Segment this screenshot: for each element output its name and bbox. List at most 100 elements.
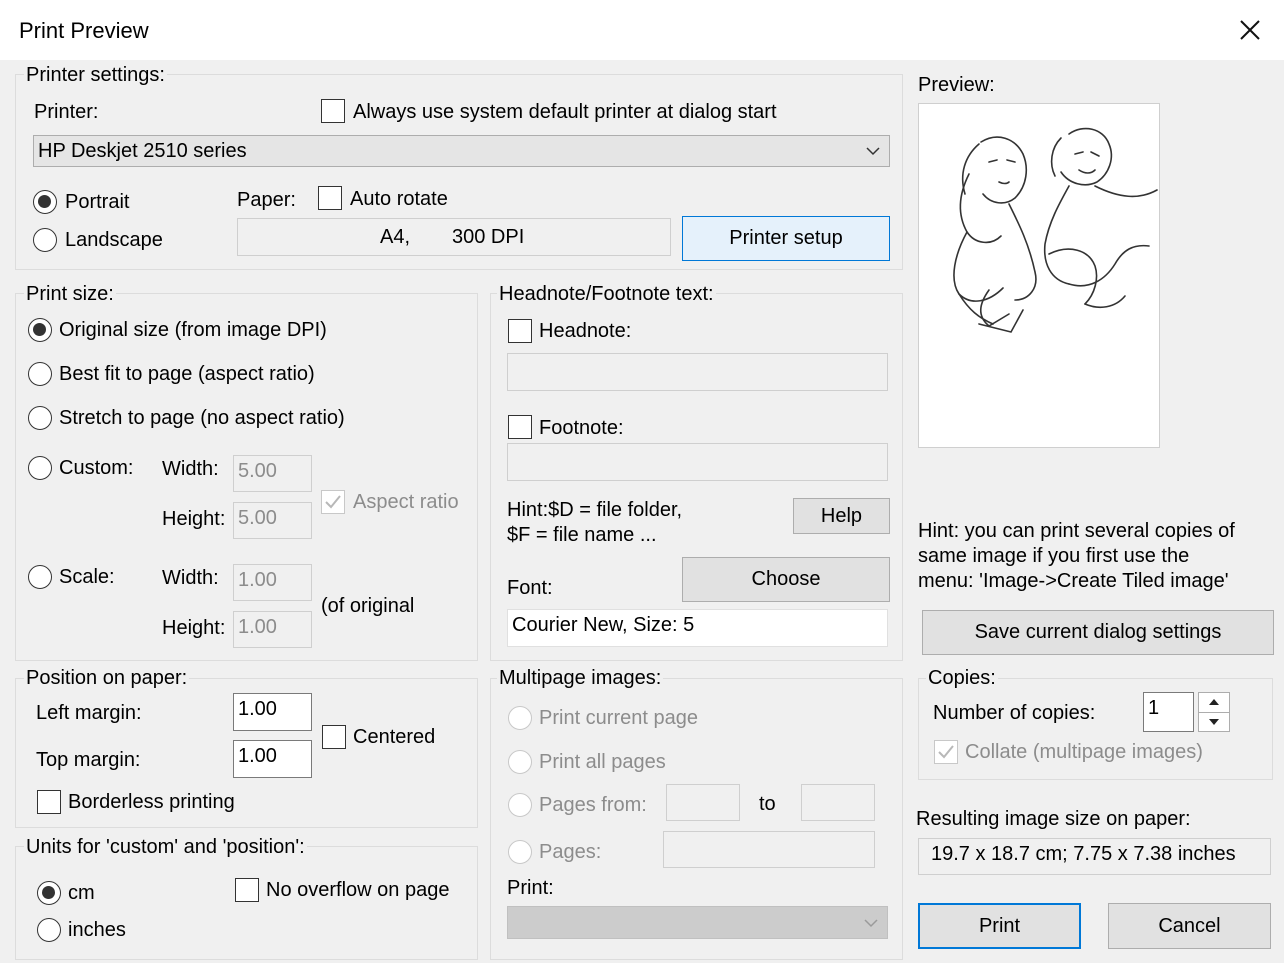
checkmark-icon <box>938 745 954 759</box>
pages-to-input[interactable] <box>801 784 875 821</box>
copies-hint-line2: same image if you first use the <box>918 545 1190 567</box>
footnote-checkbox[interactable] <box>508 415 532 439</box>
footnote-input[interactable] <box>507 443 888 481</box>
original-size-radio[interactable] <box>28 318 52 342</box>
pages-to-label: to <box>759 793 776 815</box>
headnote-label: Headnote: <box>539 320 632 342</box>
top-margin-label: Top margin: <box>36 749 141 771</box>
centered-checkbox[interactable] <box>322 725 346 749</box>
scale-label: Scale: <box>59 566 115 588</box>
copies-hint-line1: Hint: you can print several copies of <box>918 520 1235 542</box>
font-label: Font: <box>507 577 553 599</box>
copies-input[interactable]: 1 <box>1143 692 1194 732</box>
print-button[interactable]: Print <box>918 903 1081 949</box>
units-legend: Units for 'custom' and 'position': <box>24 835 307 859</box>
multipage-legend: Multipage images: <box>497 666 664 690</box>
scale-width-label: Width: <box>162 567 219 589</box>
collate-checkbox[interactable] <box>934 740 958 764</box>
paper-dpi: 300 DPI <box>452 226 525 248</box>
collate-label: Collate (multipage images) <box>965 741 1203 763</box>
printer-select-value: HP Deskjet 2510 series <box>38 140 247 162</box>
printer-label: Printer: <box>34 101 99 123</box>
window-title: Print Preview <box>19 18 149 43</box>
paper-info-field: A4, 300 DPI <box>237 218 671 256</box>
number-of-copies-label: Number of copies: <box>933 702 1096 724</box>
print-current-label: Print current page <box>539 707 698 729</box>
cancel-button[interactable]: Cancel <box>1108 903 1271 949</box>
portrait-radio[interactable] <box>33 190 57 214</box>
borderless-checkbox[interactable] <box>37 790 61 814</box>
choose-font-button[interactable]: Choose <box>682 557 890 602</box>
close-icon[interactable] <box>1236 16 1264 44</box>
printer-setup-button[interactable]: Printer setup <box>682 216 890 261</box>
print-mode-select[interactable] <box>507 906 888 939</box>
best-fit-radio[interactable] <box>28 362 52 386</box>
print-all-radio[interactable] <box>508 750 532 774</box>
scale-radio[interactable] <box>28 565 52 589</box>
pages-label: Pages: <box>539 841 602 863</box>
left-margin-input[interactable]: 1.00 <box>233 693 312 731</box>
auto-rotate-checkbox[interactable] <box>318 186 342 210</box>
help-button[interactable]: Help <box>793 498 890 534</box>
pages-from-input[interactable] <box>666 784 740 821</box>
aspect-ratio-checkbox[interactable] <box>321 490 345 514</box>
scale-width-input[interactable]: 1.00 <box>233 564 312 601</box>
paper-label: Paper: <box>237 189 296 211</box>
preview-image <box>918 103 1160 448</box>
spin-down-button[interactable] <box>1199 713 1229 731</box>
custom-width-label: Width: <box>162 458 219 480</box>
custom-radio[interactable] <box>28 456 52 480</box>
print-all-label: Print all pages <box>539 751 666 773</box>
custom-height-label: Height: <box>162 508 226 530</box>
hint-filename: $F = file name ... <box>507 524 657 546</box>
printer-select[interactable]: HP Deskjet 2510 series <box>33 135 890 167</box>
sketch-image <box>953 127 1158 333</box>
auto-rotate-label: Auto rotate <box>350 188 448 210</box>
custom-height-input[interactable]: 5.00 <box>233 502 312 539</box>
print-size-legend: Print size: <box>24 282 116 306</box>
left-margin-label: Left margin: <box>36 702 142 724</box>
centered-label: Centered <box>353 726 436 748</box>
headnote-checkbox[interactable] <box>508 319 532 343</box>
title-bar <box>0 0 1284 60</box>
stretch-label: Stretch to page (no aspect ratio) <box>59 407 345 429</box>
custom-width-input[interactable]: 5.00 <box>233 455 312 492</box>
copies-spinner <box>1198 692 1230 732</box>
cm-radio[interactable] <box>37 881 61 905</box>
inches-label: inches <box>68 919 126 941</box>
paper-size: A4, <box>380 226 411 248</box>
save-settings-button[interactable]: Save current dialog settings <box>922 610 1274 655</box>
position-legend: Position on paper: <box>24 666 190 690</box>
chevron-down-icon <box>864 919 878 928</box>
portrait-label: Portrait <box>65 191 130 213</box>
cm-label: cm <box>68 882 95 904</box>
no-overflow-label: No overflow on page <box>266 879 450 901</box>
pages-radio[interactable] <box>508 840 532 864</box>
preview-label: Preview: <box>918 74 995 96</box>
font-value-field: Courier New, Size: 5 <box>507 609 888 647</box>
always-default-checkbox[interactable] <box>321 99 345 123</box>
borderless-label: Borderless printing <box>68 791 235 813</box>
no-overflow-checkbox[interactable] <box>235 878 259 902</box>
inches-radio[interactable] <box>37 918 61 942</box>
footnote-label: Footnote: <box>539 417 624 439</box>
print-current-radio[interactable] <box>508 706 532 730</box>
result-size-value: 19.7 x 18.7 cm; 7.75 x 7.38 inches <box>918 838 1271 875</box>
checkmark-icon <box>325 495 341 509</box>
best-fit-label: Best fit to page (aspect ratio) <box>59 363 315 385</box>
result-size-label: Resulting image size on paper: <box>916 808 1191 830</box>
spin-up-button[interactable] <box>1199 693 1229 713</box>
top-margin-input[interactable]: 1.00 <box>233 740 312 778</box>
custom-label: Custom: <box>59 457 134 479</box>
aspect-ratio-label: Aspect ratio <box>353 491 459 513</box>
scale-height-input[interactable]: 1.00 <box>233 611 312 648</box>
arrow-down-icon <box>1209 719 1219 725</box>
stretch-radio[interactable] <box>28 406 52 430</box>
chevron-down-icon <box>866 147 880 156</box>
landscape-radio[interactable] <box>33 228 57 252</box>
pages-from-radio[interactable] <box>508 793 532 817</box>
arrow-up-icon <box>1209 699 1219 705</box>
pages-input[interactable] <box>663 831 875 868</box>
hint-folder: Hint:$D = file folder, <box>507 499 683 521</box>
headnote-input[interactable] <box>507 353 888 391</box>
